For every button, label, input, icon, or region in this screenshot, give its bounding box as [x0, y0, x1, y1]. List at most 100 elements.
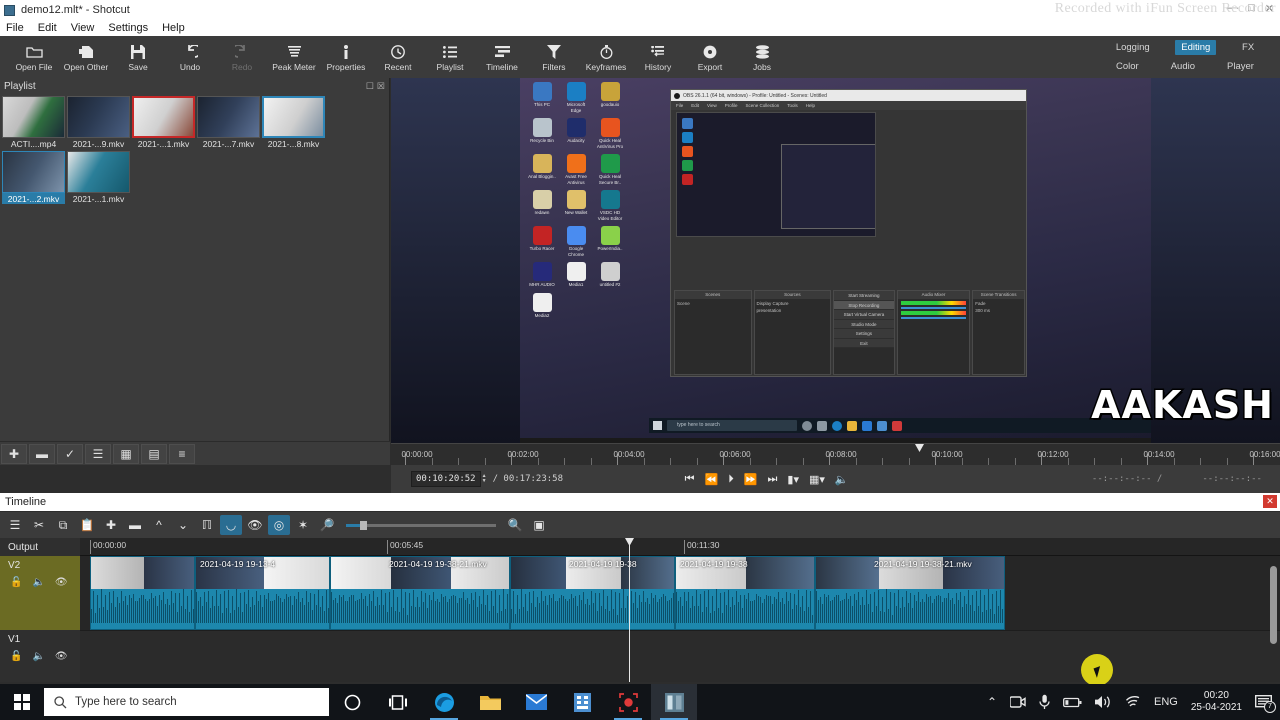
- toolbar-timeline[interactable]: Timeline: [476, 36, 528, 78]
- toggle-snap-button[interactable]: ◡: [220, 515, 242, 535]
- wifi-icon[interactable]: [1125, 695, 1141, 709]
- toolbar-history[interactable]: History: [632, 36, 684, 78]
- cortana-button[interactable]: [329, 684, 375, 720]
- toolbar-export[interactable]: Export: [684, 36, 736, 78]
- toolbar-recent[interactable]: Recent: [372, 36, 424, 78]
- playlist-item[interactable]: 2021-...8.mkv: [262, 96, 325, 149]
- toolbar-playlist[interactable]: Playlist: [424, 36, 476, 78]
- ripple-delete-button[interactable]: ▬: [124, 515, 146, 535]
- layout-logging[interactable]: Logging: [1110, 40, 1156, 55]
- grid-button[interactable]: ▦▾: [809, 473, 825, 486]
- layout-editing[interactable]: Editing: [1175, 40, 1217, 55]
- float-icon[interactable]: ☐: [366, 81, 374, 92]
- lift-button[interactable]: ^: [148, 515, 170, 535]
- copy-button[interactable]: ⧉: [52, 515, 74, 535]
- camera-icon[interactable]: [1010, 695, 1026, 709]
- clock[interactable]: 00:20 25-04-2021: [1191, 690, 1242, 714]
- toolbar-peak-meter[interactable]: Peak Meter: [268, 36, 320, 78]
- rewind-button[interactable]: ⏪: [705, 473, 719, 486]
- set-in-out-button[interactable]: ▮▾: [787, 473, 799, 486]
- append-button[interactable]: ✚: [100, 515, 122, 535]
- store-button[interactable]: [559, 684, 605, 720]
- timeline-clip[interactable]: 2021-04-19 19-38-21.mkv: [815, 556, 1005, 630]
- hide-icon[interactable]: 👁: [55, 651, 68, 662]
- menu-help[interactable]: Help: [162, 22, 185, 34]
- screen-recorder-button[interactable]: [605, 684, 651, 720]
- hide-icon[interactable]: 👁: [55, 577, 68, 588]
- update-playlist-item-button[interactable]: ✓: [57, 443, 83, 464]
- obs-source-item[interactable]: presentation: [755, 308, 831, 313]
- zoom-timeline-in-button[interactable]: 🔍: [504, 515, 526, 535]
- playlist-menu-button[interactable]: ≡: [169, 443, 195, 464]
- windows-search-box[interactable]: Type here to search: [44, 688, 329, 716]
- audio-slider[interactable]: [900, 307, 967, 309]
- timeline-clip[interactable]: 2021-04-19 19-38: [510, 556, 675, 630]
- obs-scene-item[interactable]: Scene: [675, 299, 751, 308]
- language-indicator[interactable]: ENG: [1154, 696, 1178, 708]
- ripple-all-tracks-button[interactable]: ✶: [292, 515, 314, 535]
- current-position-field[interactable]: 00:10:20:52: [411, 471, 481, 487]
- view-list-button[interactable]: ☰: [85, 443, 111, 464]
- layout-color[interactable]: Color: [1110, 59, 1145, 74]
- mute-icon[interactable]: 🔈: [32, 651, 44, 662]
- track-header-v1[interactable]: V1 🔓 🔈 👁: [0, 630, 80, 682]
- toolbar-open-other[interactable]: Open Other: [60, 36, 112, 78]
- timeline-clip[interactable]: [90, 556, 195, 630]
- player-ruler[interactable]: 00:00:00 00:02:00 00:04:00 00:06:00 00:08:00…: [391, 443, 1280, 465]
- position-spinner[interactable]: ▲ ▼: [482, 474, 487, 484]
- fast-forward-button[interactable]: ⏩: [744, 473, 758, 486]
- layout-player[interactable]: Player: [1221, 59, 1260, 74]
- track-v2-lane[interactable]: 2021-04-19 19-13-4 2021-04-19 19-38-21.mk…: [80, 556, 1280, 630]
- skip-to-start-button[interactable]: ⏮: [685, 473, 695, 486]
- remove-from-playlist-button[interactable]: ▬: [29, 443, 55, 464]
- file-explorer-button[interactable]: [467, 684, 513, 720]
- toolbar-properties[interactable]: Properties: [320, 36, 372, 78]
- cut-button[interactable]: ✂: [28, 515, 50, 535]
- toolbar-filters[interactable]: Filters: [528, 36, 580, 78]
- video-preview[interactable]: This PC Microsoft Edge goodauio Recycle Bin…: [391, 78, 1280, 443]
- menu-edit[interactable]: Edit: [38, 22, 57, 34]
- menu-settings[interactable]: Settings: [108, 22, 148, 34]
- close-icon[interactable]: ☒: [377, 81, 385, 92]
- timeline-playhead[interactable]: [629, 538, 630, 682]
- zoom-timeline-fit-button[interactable]: ▣: [528, 515, 550, 535]
- shotcut-button[interactable]: [651, 684, 697, 720]
- playlist-item[interactable]: 2021-...7.mkv: [197, 96, 260, 149]
- toolbar-keyframes[interactable]: Keyframes: [580, 36, 632, 78]
- start-button[interactable]: [0, 684, 44, 720]
- player-playhead[interactable]: [915, 444, 924, 452]
- playlist-item[interactable]: ACTI....mp4: [2, 96, 65, 149]
- timeline-ruler[interactable]: 00:00:00 00:05:45 00:11:30: [80, 538, 1280, 556]
- audio-slider[interactable]: [900, 317, 967, 319]
- layout-audio[interactable]: Audio: [1165, 59, 1201, 74]
- track-header-v2[interactable]: V2 🔓 🔈 👁: [0, 556, 80, 630]
- menu-view[interactable]: View: [71, 22, 95, 34]
- playlist-item[interactable]: 2021-...9.mkv: [67, 96, 130, 149]
- toolbar-open-file[interactable]: Open File: [8, 36, 60, 78]
- playlist-item[interactable]: 2021-...1.mkv: [67, 151, 130, 204]
- timeline-zoom-slider[interactable]: [346, 520, 496, 530]
- lock-icon[interactable]: 🔓: [10, 651, 22, 662]
- edge-button[interactable]: [421, 684, 467, 720]
- toolbar-save[interactable]: Save: [112, 36, 164, 78]
- timeline-clip[interactable]: 2021-04-19 19-13-4: [195, 556, 330, 630]
- volume-button[interactable]: 🔈: [835, 473, 849, 486]
- task-view-button[interactable]: [375, 684, 421, 720]
- playlist-item[interactable]: 2021-...1.mkv: [132, 96, 195, 149]
- add-to-playlist-button[interactable]: ✚: [1, 443, 27, 464]
- toolbar-jobs[interactable]: Jobs: [736, 36, 788, 78]
- menu-file[interactable]: File: [6, 22, 24, 34]
- lock-icon[interactable]: 🔓: [10, 577, 22, 588]
- timeline-clip[interactable]: 2021-04-19 19-38-21.mkv: [330, 556, 510, 630]
- obs-source-item[interactable]: Display Capture: [755, 299, 831, 308]
- timeline-close-button[interactable]: ✕: [1263, 495, 1277, 508]
- show-hidden-icons-button[interactable]: ⌃: [987, 695, 997, 709]
- play-button[interactable]: ⏵: [728, 473, 734, 486]
- notifications-button[interactable]: 7: [1255, 694, 1276, 713]
- volume-icon[interactable]: [1095, 695, 1112, 709]
- ripple-button[interactable]: ◎: [268, 515, 290, 535]
- scrub-while-dragging-button[interactable]: 👁: [244, 515, 266, 535]
- battery-icon[interactable]: [1063, 697, 1082, 708]
- zoom-slider-knob[interactable]: [360, 520, 367, 530]
- obs-transition-type[interactable]: Fade: [973, 299, 1024, 308]
